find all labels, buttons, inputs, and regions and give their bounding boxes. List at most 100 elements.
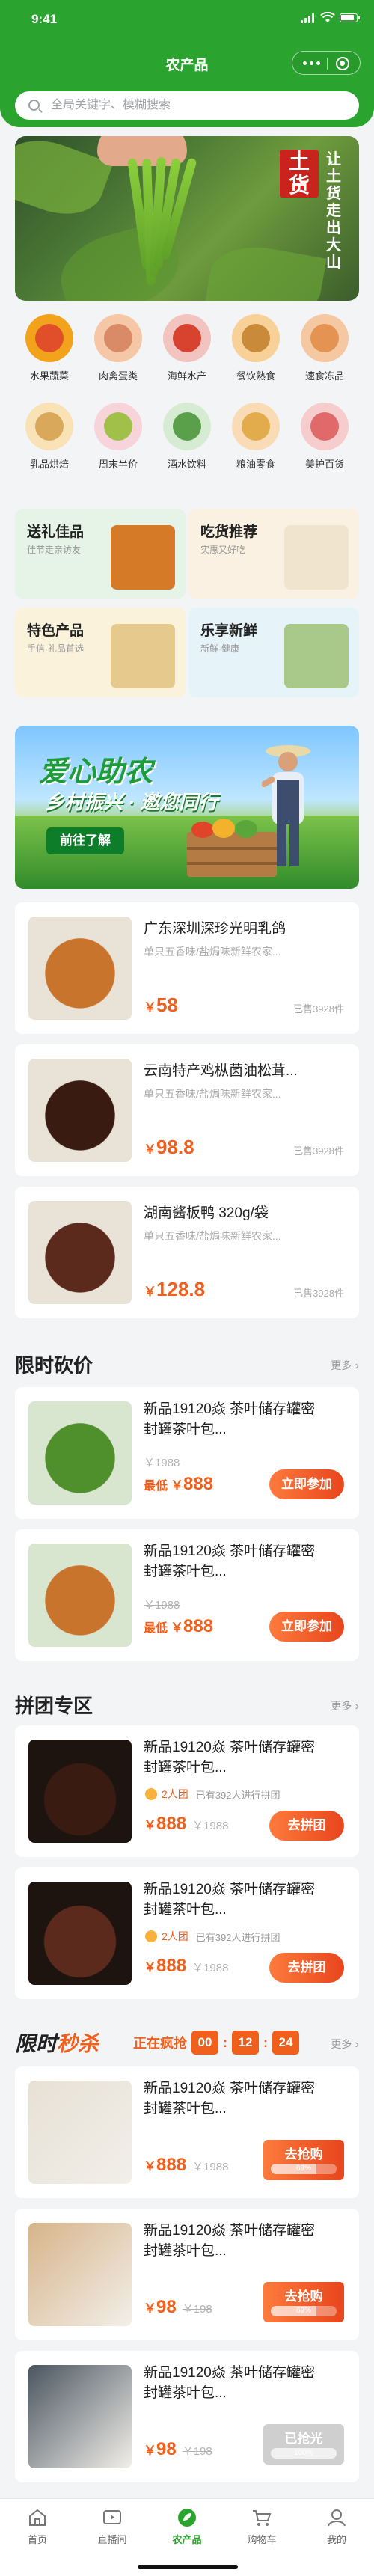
category-item[interactable]: 粮油零食 — [221, 403, 290, 471]
lowest-price: 最低 ￥888 — [144, 1474, 213, 1495]
mini-program-capsule[interactable] — [292, 51, 361, 75]
category-item[interactable]: 海鲜水产 — [153, 314, 221, 382]
banner-seal: 土货 — [280, 150, 319, 198]
category-item[interactable]: 速食冻品 — [290, 314, 359, 382]
product-image — [28, 2081, 132, 2184]
promo-title: 吃货推荐 — [200, 524, 258, 540]
category-icon — [232, 314, 280, 362]
group-card[interactable]: 新品19120焱 茶叶储存罐密 封罐茶叶包... 2人团 已有392人进行拼团 ￥888… — [15, 1867, 359, 1999]
flash-running-label: 正在疯抢 — [133, 2036, 187, 2051]
currency-symbol: ￥ — [144, 1818, 156, 1832]
category-item[interactable]: 肉禽蛋类 — [84, 314, 153, 382]
category-icon — [94, 314, 142, 362]
category-label: 水果蔬菜 — [29, 370, 69, 382]
bargain-card[interactable]: 新品19120焱 茶叶储存罐密 封罐茶叶包... ￥1988 最低 ￥888 立即参加 — [15, 1387, 359, 1519]
product-card[interactable]: 湖南酱板鸭 320g/袋 单只五香味/盐焗味新鲜农家... ￥128.8 已售3928… — [15, 1187, 359, 1318]
category-icon — [232, 403, 280, 450]
product-name-line1: 新品19120焱 茶叶储存罐密 — [144, 2365, 316, 2381]
category-item[interactable]: 餐饮熟食 — [221, 314, 290, 382]
tab-cart[interactable]: 购物车 — [224, 2508, 299, 2546]
promo-card[interactable]: 送礼佳品 佳节走亲访友 — [15, 509, 186, 599]
grab-button[interactable]: 去抢购 69% — [263, 2282, 344, 2322]
group-joined-count: 已有392人进行拼团 — [195, 1931, 280, 1943]
promo-card[interactable]: 特色产品 手信·礼品首选 — [15, 608, 186, 697]
promo-subtitle: 实惠又好吃 — [200, 545, 246, 555]
grab-progress-text: 69% — [295, 2164, 311, 2173]
product-subtitle: 单只五香味/盐焗味新鲜农家... — [144, 1230, 281, 1242]
join-bargain-button[interactable]: 立即参加 — [269, 1612, 344, 1642]
category-item[interactable]: 酒水饮料 — [153, 403, 221, 471]
category-image — [242, 412, 270, 441]
flash-sale-title: 限时秒杀 — [15, 2028, 99, 2058]
countdown-minutes: 12 — [232, 2031, 259, 2055]
category-icon — [94, 403, 142, 450]
signal-icon — [301, 13, 314, 23]
group-more-link[interactable]: 更多 — [331, 1698, 359, 1713]
original-price: ￥198 — [182, 2445, 212, 2458]
product-subtitle: 单只五香味/盐焗味新鲜农家... — [144, 946, 281, 958]
price-value: 58 — [156, 994, 178, 1016]
join-bargain-button[interactable]: 立即参加 — [269, 1469, 344, 1499]
product-name: 广东深圳深珍光明乳鸽 — [144, 921, 286, 937]
live-icon — [102, 2508, 123, 2527]
price-value: 888 — [183, 1616, 214, 1636]
group-size-label: 2人团 — [162, 1930, 188, 1942]
group-size-label: 2人团 — [162, 1788, 188, 1800]
currency-symbol: ￥ — [144, 2159, 156, 2173]
category-item[interactable]: 乳品烘焙 — [15, 403, 84, 471]
avatar — [144, 1929, 159, 1944]
tab-produce[interactable]: 农产品 — [150, 2508, 224, 2546]
flash-more-link[interactable]: 更多 — [331, 2037, 359, 2052]
tab-label: 农产品 — [172, 2534, 202, 2545]
close-ring-icon[interactable] — [336, 57, 349, 70]
flash-price: ￥98 ￥198 — [144, 2439, 212, 2460]
bargain-more-link[interactable]: 更多 — [331, 1358, 359, 1373]
charity-ad-banner[interactable]: 爱心助农 乡村振兴 · 邀您同行 前往了解 — [15, 726, 359, 889]
category-item[interactable]: 水果蔬菜 — [15, 314, 84, 382]
category-image — [104, 412, 132, 441]
bargain-card[interactable]: 新品19120焱 茶叶储存罐密 封罐茶叶包... ￥1988 最低 ￥888 立即参加 — [15, 1529, 359, 1661]
category-item[interactable]: 美护百货 — [290, 403, 359, 471]
search-bar[interactable] — [15, 91, 359, 120]
category-image — [310, 412, 339, 441]
promo-card[interactable]: 吃货推荐 实惠又好吃 — [188, 509, 359, 599]
currency-symbol: ￥ — [144, 1960, 156, 1974]
search-input[interactable] — [51, 91, 350, 120]
category-item[interactable]: 周末半价 — [84, 403, 153, 471]
product-image — [28, 2365, 132, 2468]
join-group-button[interactable]: 去拼团 — [269, 1811, 344, 1841]
category-image — [310, 324, 339, 352]
product-card[interactable]: 云南特产鸡枞菌油松茸... 单只五香味/盐焗味新鲜农家... ￥98.8 已售3928… — [15, 1044, 359, 1176]
currency-symbol: ￥ — [171, 1478, 184, 1493]
category-label: 粮油零食 — [236, 459, 275, 470]
category-icon — [163, 314, 211, 362]
banner-seal-text: 土货 — [288, 150, 310, 197]
more-dots-icon[interactable] — [303, 61, 320, 65]
tab-home[interactable]: 首页 — [0, 2508, 75, 2546]
home-icon — [27, 2508, 48, 2527]
tab-live[interactable]: 直播间 — [75, 2508, 150, 2546]
product-name-line2: 封罐茶叶包... — [144, 2243, 227, 2259]
promo-title: 乐享新鲜 — [200, 623, 258, 639]
group-card[interactable]: 新品19120焱 茶叶储存罐密 封罐茶叶包... 2人团 已有392人进行拼团 ￥888… — [15, 1725, 359, 1857]
search-icon — [28, 100, 40, 111]
tab-user[interactable]: 我的 — [299, 2508, 374, 2546]
banner-slogan: 让土货走出大山 — [326, 151, 341, 271]
promo-card[interactable]: 乐享新鲜 新鲜·健康 — [188, 608, 359, 697]
original-price: ￥1988 — [192, 1820, 229, 1832]
hero-banner[interactable]: 土货 让土货走出大山 — [15, 136, 359, 301]
produce-icon — [177, 2508, 197, 2527]
ad-learn-more-button[interactable]: 前往了解 — [46, 827, 124, 854]
category-image — [173, 324, 201, 352]
grab-button[interactable]: 去抢购 69% — [263, 2140, 344, 2180]
flash-sale-card[interactable]: 新品19120焱 茶叶储存罐密 封罐茶叶包... ￥98 ￥198 已抢光 100% — [15, 2351, 359, 2482]
product-name-line2: 封罐茶叶包... — [144, 1422, 227, 1437]
flash-sale-card[interactable]: 新品19120焱 茶叶储存罐密 封罐茶叶包... ￥888 ￥1988 去抢购 69% — [15, 2066, 359, 2198]
join-group-button[interactable]: 去拼团 — [269, 1953, 344, 1983]
currency-symbol: ￥ — [144, 1000, 156, 1015]
product-card[interactable]: 广东深圳深珍光明乳鸽 单只五香味/盐焗味新鲜农家... ￥58 已售3928件 — [15, 902, 359, 1034]
flash-sale-card[interactable]: 新品19120焱 茶叶储存罐密 封罐茶叶包... ￥98 ￥198 去抢购 69% — [15, 2209, 359, 2340]
product-name-line2: 封罐茶叶包... — [144, 1760, 227, 1775]
currency-symbol: ￥ — [144, 1142, 156, 1157]
home-indicator — [138, 2565, 238, 2569]
